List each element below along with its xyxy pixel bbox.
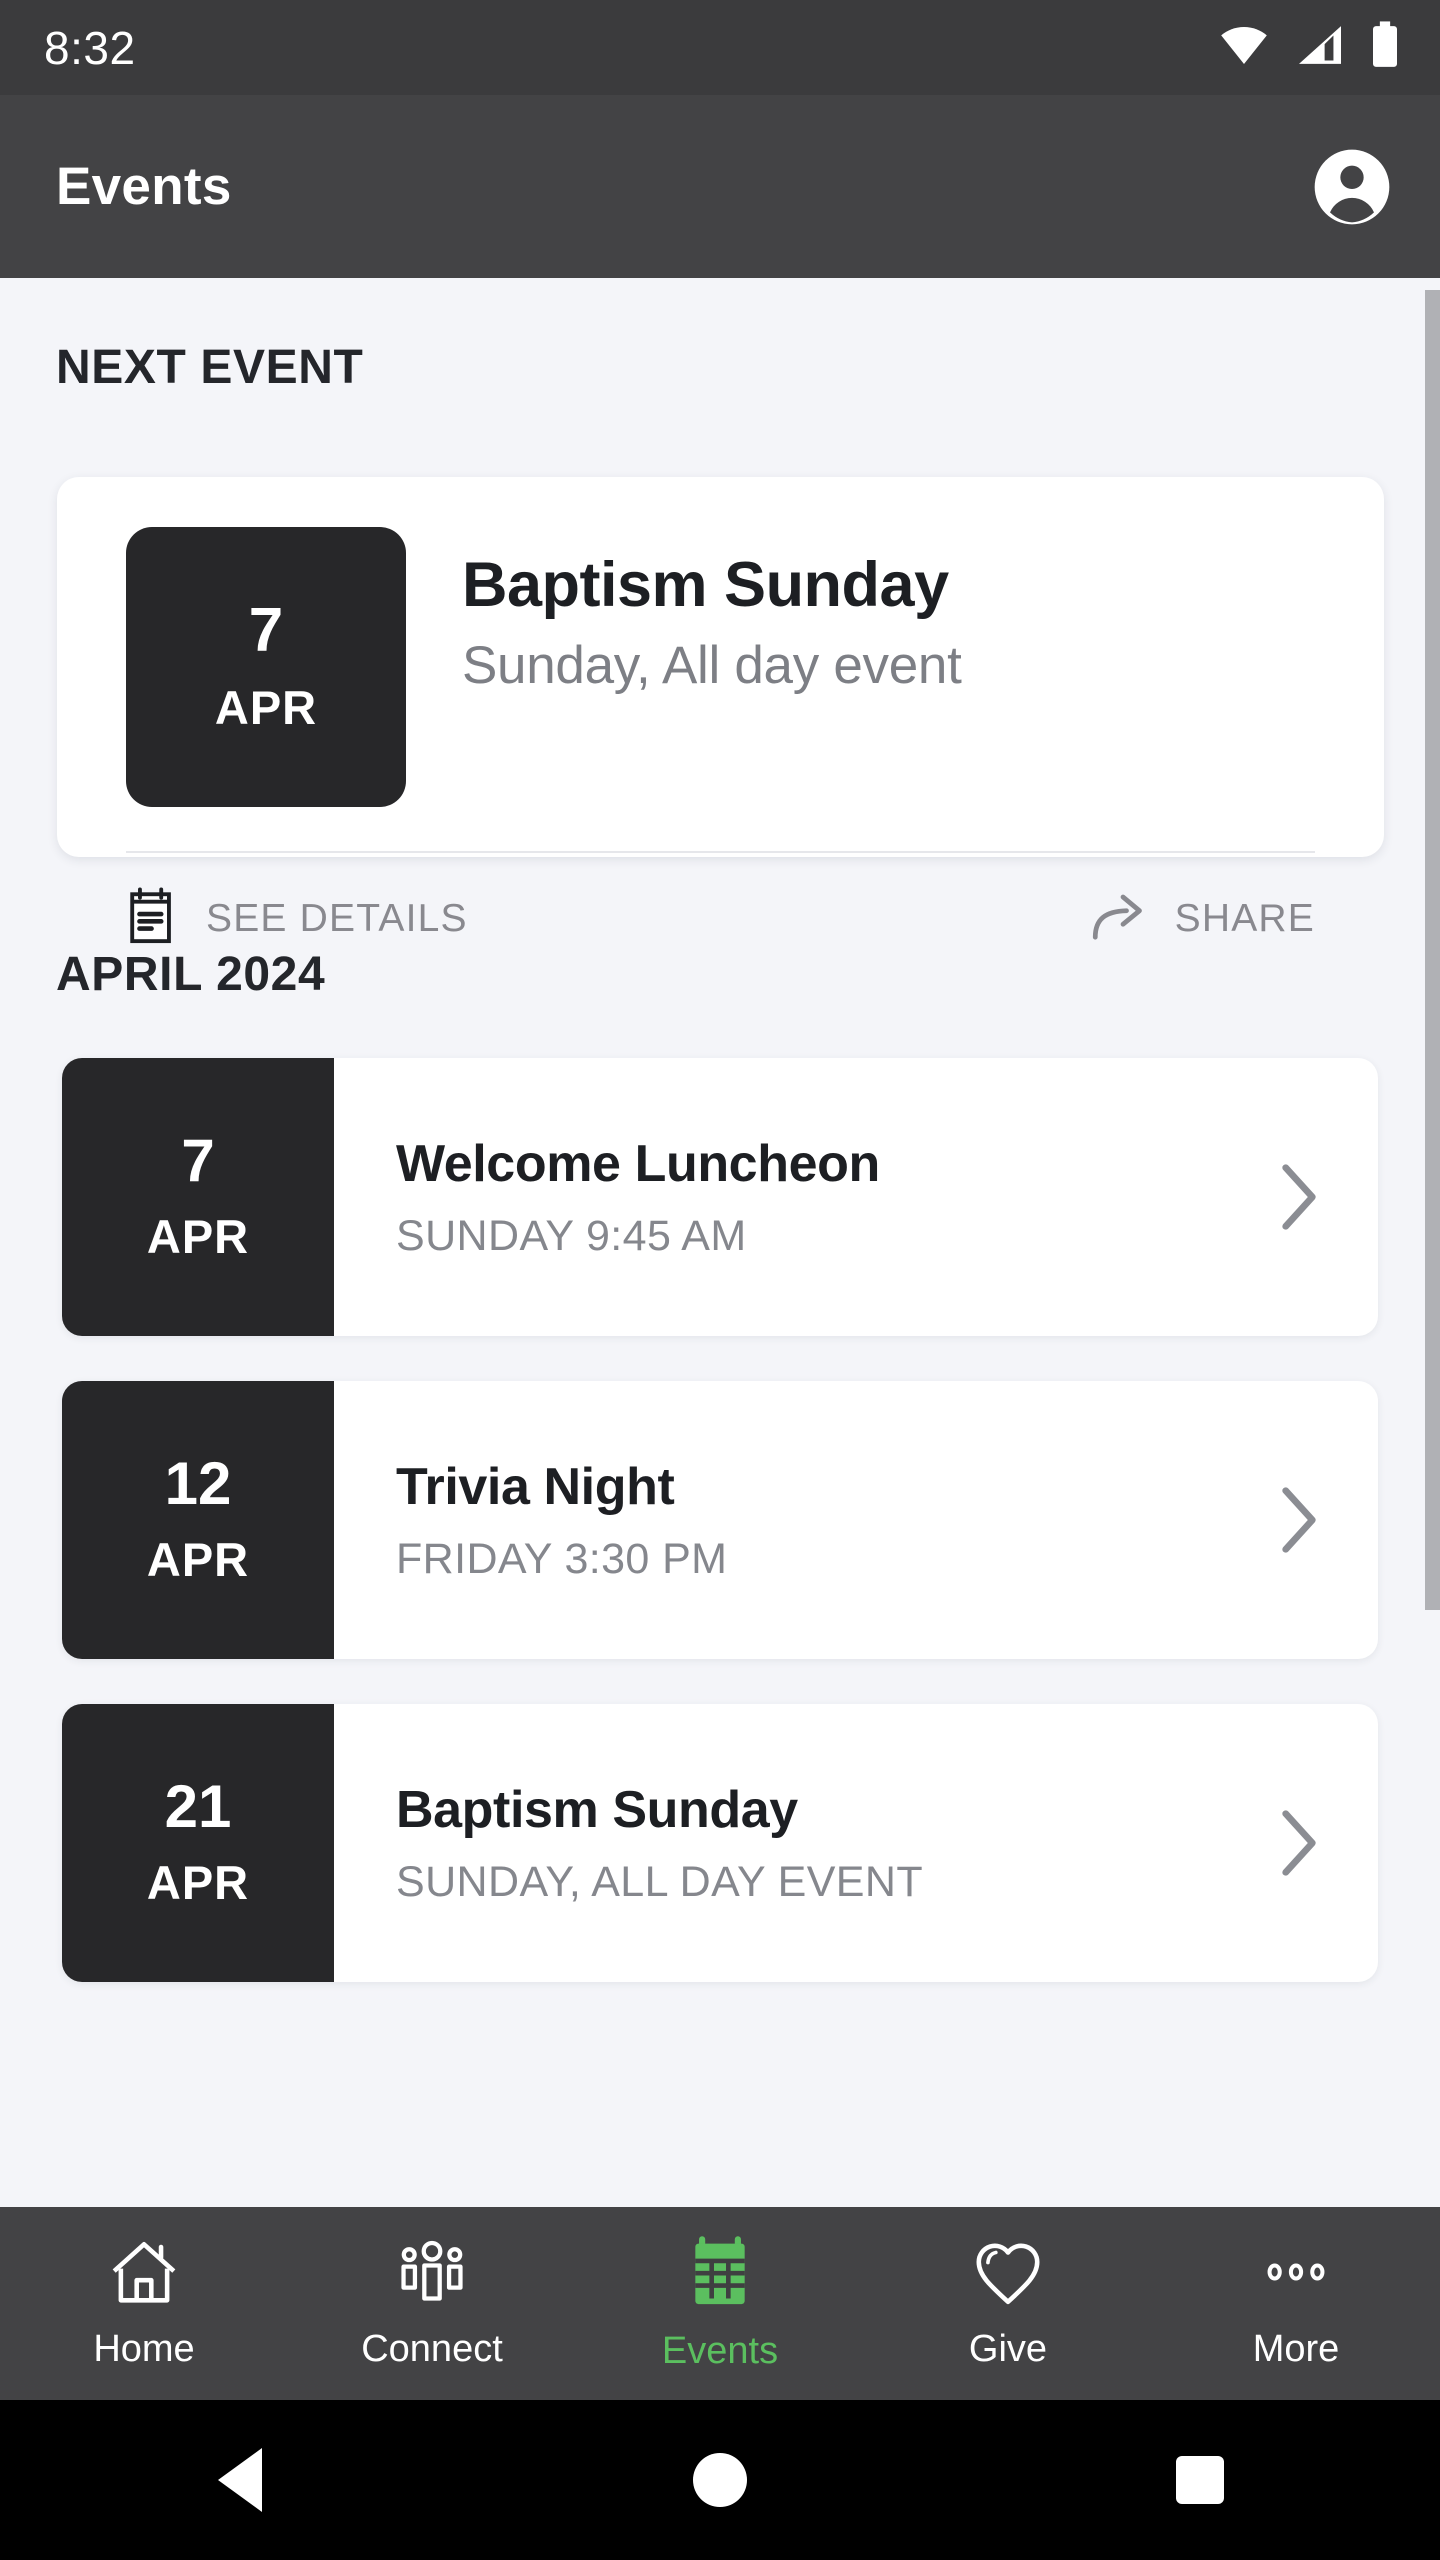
next-event-text: Baptism Sunday Sunday, All day event — [406, 527, 962, 807]
event-month: APR — [146, 1209, 250, 1263]
next-event-actions: SEE DETAILS SHARE — [57, 853, 1384, 950]
phone-screen: 8:32 Events NEXT EVENT 7 APR Baptism Sun… — [0, 0, 1440, 2560]
event-note-icon — [126, 887, 180, 950]
nav-item-events[interactable]: Events — [576, 2235, 864, 2373]
nav-label-give: Give — [968, 2327, 1048, 2370]
nav-item-give[interactable]: Give — [864, 2237, 1152, 2371]
event-month: APR — [146, 1532, 250, 1586]
event-subtitle: SUNDAY 9:45 AM — [396, 1211, 747, 1260]
event-month: APR — [146, 1855, 250, 1909]
nav-item-home[interactable]: Home — [0, 2237, 288, 2371]
chevron-right-icon[interactable] — [1275, 1381, 1378, 1659]
more-dots-icon — [1259, 2237, 1333, 2312]
share-button[interactable]: SHARE — [1089, 888, 1315, 949]
event-subtitle: FRIDAY 3:30 PM — [396, 1534, 728, 1583]
battery-icon — [1370, 21, 1400, 74]
status-clock: 8:32 — [44, 21, 136, 74]
event-title: Welcome Luncheon — [396, 1134, 880, 1193]
event-day: 12 — [164, 1449, 232, 1517]
see-details-label: SEE DETAILS — [206, 896, 468, 940]
vertical-scrollbar[interactable] — [1425, 290, 1440, 1610]
share-label: SHARE — [1174, 896, 1315, 940]
nav-item-connect[interactable]: Connect — [288, 2237, 576, 2371]
next-event-subtitle: Sunday, All day event — [462, 636, 962, 696]
nav-label-more: More — [1252, 2327, 1340, 2370]
people-icon — [395, 2237, 469, 2312]
chevron-right-icon[interactable] — [1275, 1704, 1378, 1982]
see-details-button[interactable]: SEE DETAILS — [126, 887, 468, 950]
event-body: Welcome Luncheon SUNDAY 9:45 AM — [334, 1058, 1275, 1336]
recents-square-icon[interactable] — [960, 2456, 1440, 2504]
event-subtitle: SUNDAY, ALL DAY EVENT — [396, 1857, 924, 1906]
event-date-badge: 12 APR — [62, 1381, 334, 1659]
event-body: Trivia Night FRIDAY 3:30 PM — [334, 1381, 1275, 1659]
event-date-badge: 7 APR — [62, 1058, 334, 1336]
next-event-title: Baptism Sunday — [462, 550, 949, 620]
next-event-heading: NEXT EVENT — [56, 341, 364, 394]
chevron-right-icon[interactable] — [1275, 1058, 1378, 1336]
next-event-date-badge: 7 APR — [126, 527, 406, 807]
home-icon — [107, 2237, 181, 2312]
next-event-card[interactable]: 7 APR Baptism Sunday Sunday, All day eve… — [57, 477, 1384, 944]
event-list: 7 APR Welcome Luncheon SUNDAY 9:45 AM 12… — [0, 1058, 1440, 2027]
month-heading: APRIL 2024 — [56, 948, 326, 1001]
bottom-navigation: Home Connect Events Give More — [0, 2207, 1440, 2400]
nav-item-more[interactable]: More — [1152, 2237, 1440, 2371]
list-item[interactable]: 7 APR Welcome Luncheon SUNDAY 9:45 AM — [62, 1058, 1378, 1336]
next-event-card-top: 7 APR Baptism Sunday Sunday, All day eve… — [57, 477, 1384, 807]
nav-label-home: Home — [93, 2327, 195, 2370]
page-title: Events — [56, 157, 232, 216]
next-event-month: APR — [214, 680, 318, 734]
event-day: 21 — [164, 1772, 232, 1840]
next-event-day: 7 — [248, 595, 284, 665]
home-circle-icon[interactable] — [480, 2453, 960, 2507]
calendar-icon — [683, 2235, 757, 2314]
account-circle-icon[interactable] — [1312, 147, 1392, 227]
android-system-nav — [0, 2400, 1440, 2560]
status-bar: 8:32 — [0, 0, 1440, 95]
heart-icon — [971, 2237, 1045, 2312]
share-arrow-icon — [1089, 888, 1149, 949]
list-item[interactable]: 21 APR Baptism Sunday SUNDAY, ALL DAY EV… — [62, 1704, 1378, 1982]
event-title: Baptism Sunday — [396, 1780, 798, 1839]
nav-label-events: Events — [661, 2329, 779, 2372]
event-day: 7 — [181, 1126, 215, 1194]
back-triangle-icon[interactable] — [0, 2448, 480, 2512]
nav-label-connect: Connect — [361, 2327, 503, 2370]
event-date-badge: 21 APR — [62, 1704, 334, 1982]
event-title: Trivia Night — [396, 1457, 675, 1516]
cellular-signal-icon — [1296, 24, 1344, 71]
wifi-icon — [1218, 25, 1270, 70]
event-body: Baptism Sunday SUNDAY, ALL DAY EVENT — [334, 1704, 1275, 1982]
app-bar: Events — [0, 95, 1440, 278]
status-icon-group — [1218, 21, 1400, 74]
events-scroll-area[interactable]: NEXT EVENT 7 APR Baptism Sunday Sunday, … — [0, 278, 1440, 2207]
list-item[interactable]: 12 APR Trivia Night FRIDAY 3:30 PM — [62, 1381, 1378, 1659]
